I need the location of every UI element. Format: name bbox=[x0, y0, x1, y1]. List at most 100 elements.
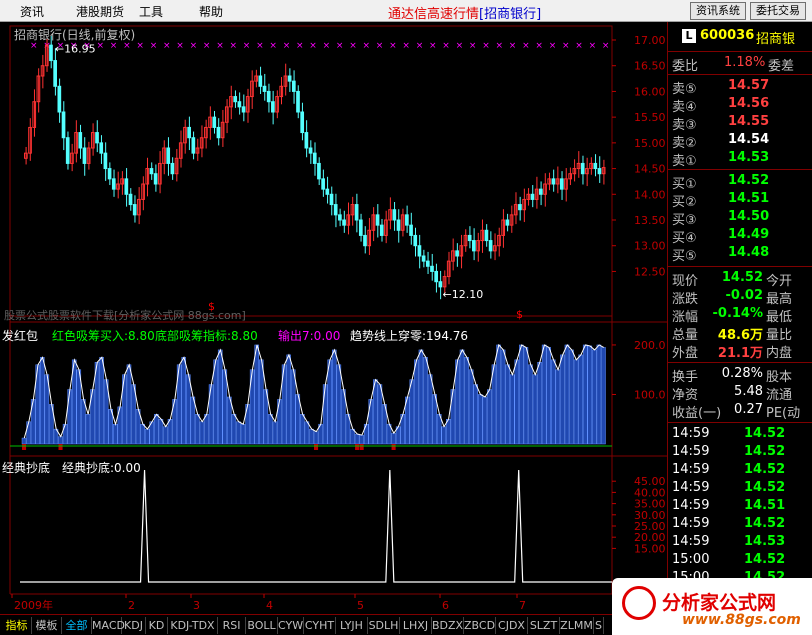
candle-body bbox=[593, 162, 598, 170]
sub1-bar bbox=[482, 396, 488, 445]
indicator-tab[interactable]: CYW bbox=[278, 617, 304, 634]
menu-help[interactable]: 帮助 bbox=[199, 3, 223, 20]
candle-body bbox=[329, 193, 334, 206]
fundamental-row: 净资 5.48 流通 bbox=[668, 384, 812, 403]
sub1-bar bbox=[195, 414, 200, 445]
candle-body bbox=[405, 214, 409, 226]
chart-area[interactable]: 17.00 16.50 16.00 15.50 15.00 14.50 14.00 13.50… bbox=[0, 22, 667, 614]
indicator-tab[interactable]: ZLMM bbox=[560, 617, 594, 634]
month-label: 2 bbox=[128, 599, 135, 612]
indicator-tab[interactable]: CJDX bbox=[496, 617, 528, 634]
buy-level-price: 14.49 bbox=[728, 227, 770, 242]
indicator-tab[interactable]: 指标 bbox=[2, 617, 32, 634]
news-system-button[interactable]: 资讯系统 bbox=[690, 2, 746, 20]
candle-body bbox=[333, 204, 338, 216]
candle-body bbox=[99, 142, 104, 154]
menu-tools[interactable]: 工具 bbox=[139, 3, 163, 20]
menubar: 资讯 港股期货 工具 帮助 通达信高速行情[招商银行] 资讯系统 委托交易 bbox=[0, 0, 812, 22]
candle-body bbox=[430, 265, 434, 272]
candle-body bbox=[488, 240, 493, 252]
candle-body bbox=[111, 178, 116, 190]
indicator-tab[interactable]: MACD bbox=[92, 617, 125, 634]
sub1-bar bbox=[40, 357, 45, 445]
fundamental-label: 净资 bbox=[672, 388, 699, 403]
signal-marker: × bbox=[230, 41, 238, 51]
candle-body bbox=[396, 219, 401, 231]
sub1-bar bbox=[21, 437, 27, 445]
tick-row[interactable]: 14:59 14.52 bbox=[668, 480, 812, 498]
quote-panel: L 600036 招商银 委比 1.18% 委差 卖⑤ 14.57 卖④ 14.56 卖… bbox=[667, 22, 812, 614]
month-label: 5 bbox=[357, 599, 364, 612]
signal-marker: × bbox=[509, 41, 517, 51]
signal-marker: × bbox=[203, 41, 211, 51]
sub1-axis-label: 200.0 bbox=[634, 339, 666, 352]
sub1-neg-bar bbox=[359, 444, 364, 450]
sell-level-label: 卖① bbox=[672, 154, 697, 169]
sub1-bar bbox=[519, 344, 524, 445]
indicator-tab[interactable]: SLZT bbox=[528, 617, 560, 634]
candle-body bbox=[78, 132, 83, 149]
signal-marker: × bbox=[256, 41, 264, 51]
tick-row[interactable]: 14:59 14.51 bbox=[668, 498, 812, 516]
app-title-text: 通达信高速行情 bbox=[388, 7, 480, 22]
indicator-tab[interactable]: LHXJ bbox=[400, 617, 432, 634]
sub1-bar bbox=[509, 374, 515, 445]
indicator-tab[interactable]: ZBCD bbox=[464, 617, 496, 634]
menu-news[interactable]: 资讯 bbox=[20, 3, 44, 20]
sub1-bar bbox=[217, 349, 223, 445]
sub1-bar bbox=[204, 414, 209, 445]
signal-marker: × bbox=[136, 41, 144, 51]
indicator-tab[interactable]: SDLH bbox=[368, 617, 400, 634]
sub1-bar bbox=[377, 384, 383, 445]
sub1-bar bbox=[459, 349, 465, 445]
tick-time: 15:00 bbox=[672, 552, 710, 567]
indicator-tab[interactable]: 模板 bbox=[32, 617, 62, 634]
sell-level-row: 卖③ 14.55 bbox=[668, 114, 812, 133]
tick-row[interactable]: 15:00 14.52 bbox=[668, 552, 812, 570]
indicator-tab[interactable]: CYHT bbox=[304, 617, 336, 634]
sub1-bar bbox=[181, 357, 186, 445]
logo-icon bbox=[622, 586, 656, 620]
trade-button[interactable]: 委托交易 bbox=[750, 2, 806, 20]
stat-right-label: 最高 bbox=[766, 292, 793, 307]
tick-row[interactable]: 14:59 14.52 bbox=[668, 444, 812, 462]
candle-body bbox=[425, 260, 430, 267]
tick-time: 14:59 bbox=[672, 426, 710, 441]
signal-marker: × bbox=[150, 41, 158, 51]
candle-body bbox=[417, 245, 422, 257]
signal-marker: × bbox=[296, 41, 304, 51]
sub1-bar bbox=[532, 374, 538, 445]
indicator-tab[interactable]: BOLL bbox=[246, 617, 278, 634]
indicator-tab[interactable]: KD bbox=[146, 617, 168, 634]
signal-marker: × bbox=[216, 41, 224, 51]
indicator-tab[interactable]: KDJ-TDX bbox=[168, 617, 218, 634]
stat-label: 现价 bbox=[672, 274, 699, 289]
buy-level-row: 买① 14.52 bbox=[668, 173, 812, 192]
tick-row[interactable]: 14:59 14.52 bbox=[668, 516, 812, 534]
sub1-bar bbox=[67, 389, 72, 445]
sub1-bar bbox=[336, 364, 342, 445]
sub1-bar bbox=[505, 364, 510, 445]
fundamental-value: 0.28% bbox=[721, 366, 763, 381]
candle-body bbox=[216, 126, 221, 139]
indicator-tab[interactable]: RSI bbox=[218, 617, 246, 634]
tick-row[interactable]: 14:59 14.52 bbox=[668, 462, 812, 480]
indicator-tab[interactable]: S bbox=[594, 617, 604, 634]
tick-row[interactable]: 14:59 14.53 bbox=[668, 534, 812, 552]
fundamental-label: 换手 bbox=[672, 370, 699, 385]
stat-right-label: 今开 bbox=[766, 274, 793, 289]
indicator-tab[interactable]: 全部 bbox=[62, 617, 92, 634]
tick-time: 14:59 bbox=[672, 516, 710, 531]
tick-row[interactable]: 14:59 14.52 bbox=[668, 426, 812, 444]
candle-body bbox=[438, 281, 443, 288]
tick-time: 14:59 bbox=[672, 462, 710, 477]
sub1-neg-bar bbox=[314, 444, 319, 450]
menu-hk-futures[interactable]: 港股期货 bbox=[76, 3, 124, 20]
signal-marker: × bbox=[349, 41, 357, 51]
tick-price: 14.51 bbox=[744, 498, 786, 513]
sub1-bar bbox=[26, 421, 31, 445]
indicator-tab[interactable]: KDJ bbox=[122, 617, 146, 634]
sub1-bar bbox=[322, 384, 328, 445]
indicator-tab[interactable]: BDZX bbox=[432, 617, 464, 634]
indicator-tab[interactable]: LYJH bbox=[336, 617, 368, 634]
